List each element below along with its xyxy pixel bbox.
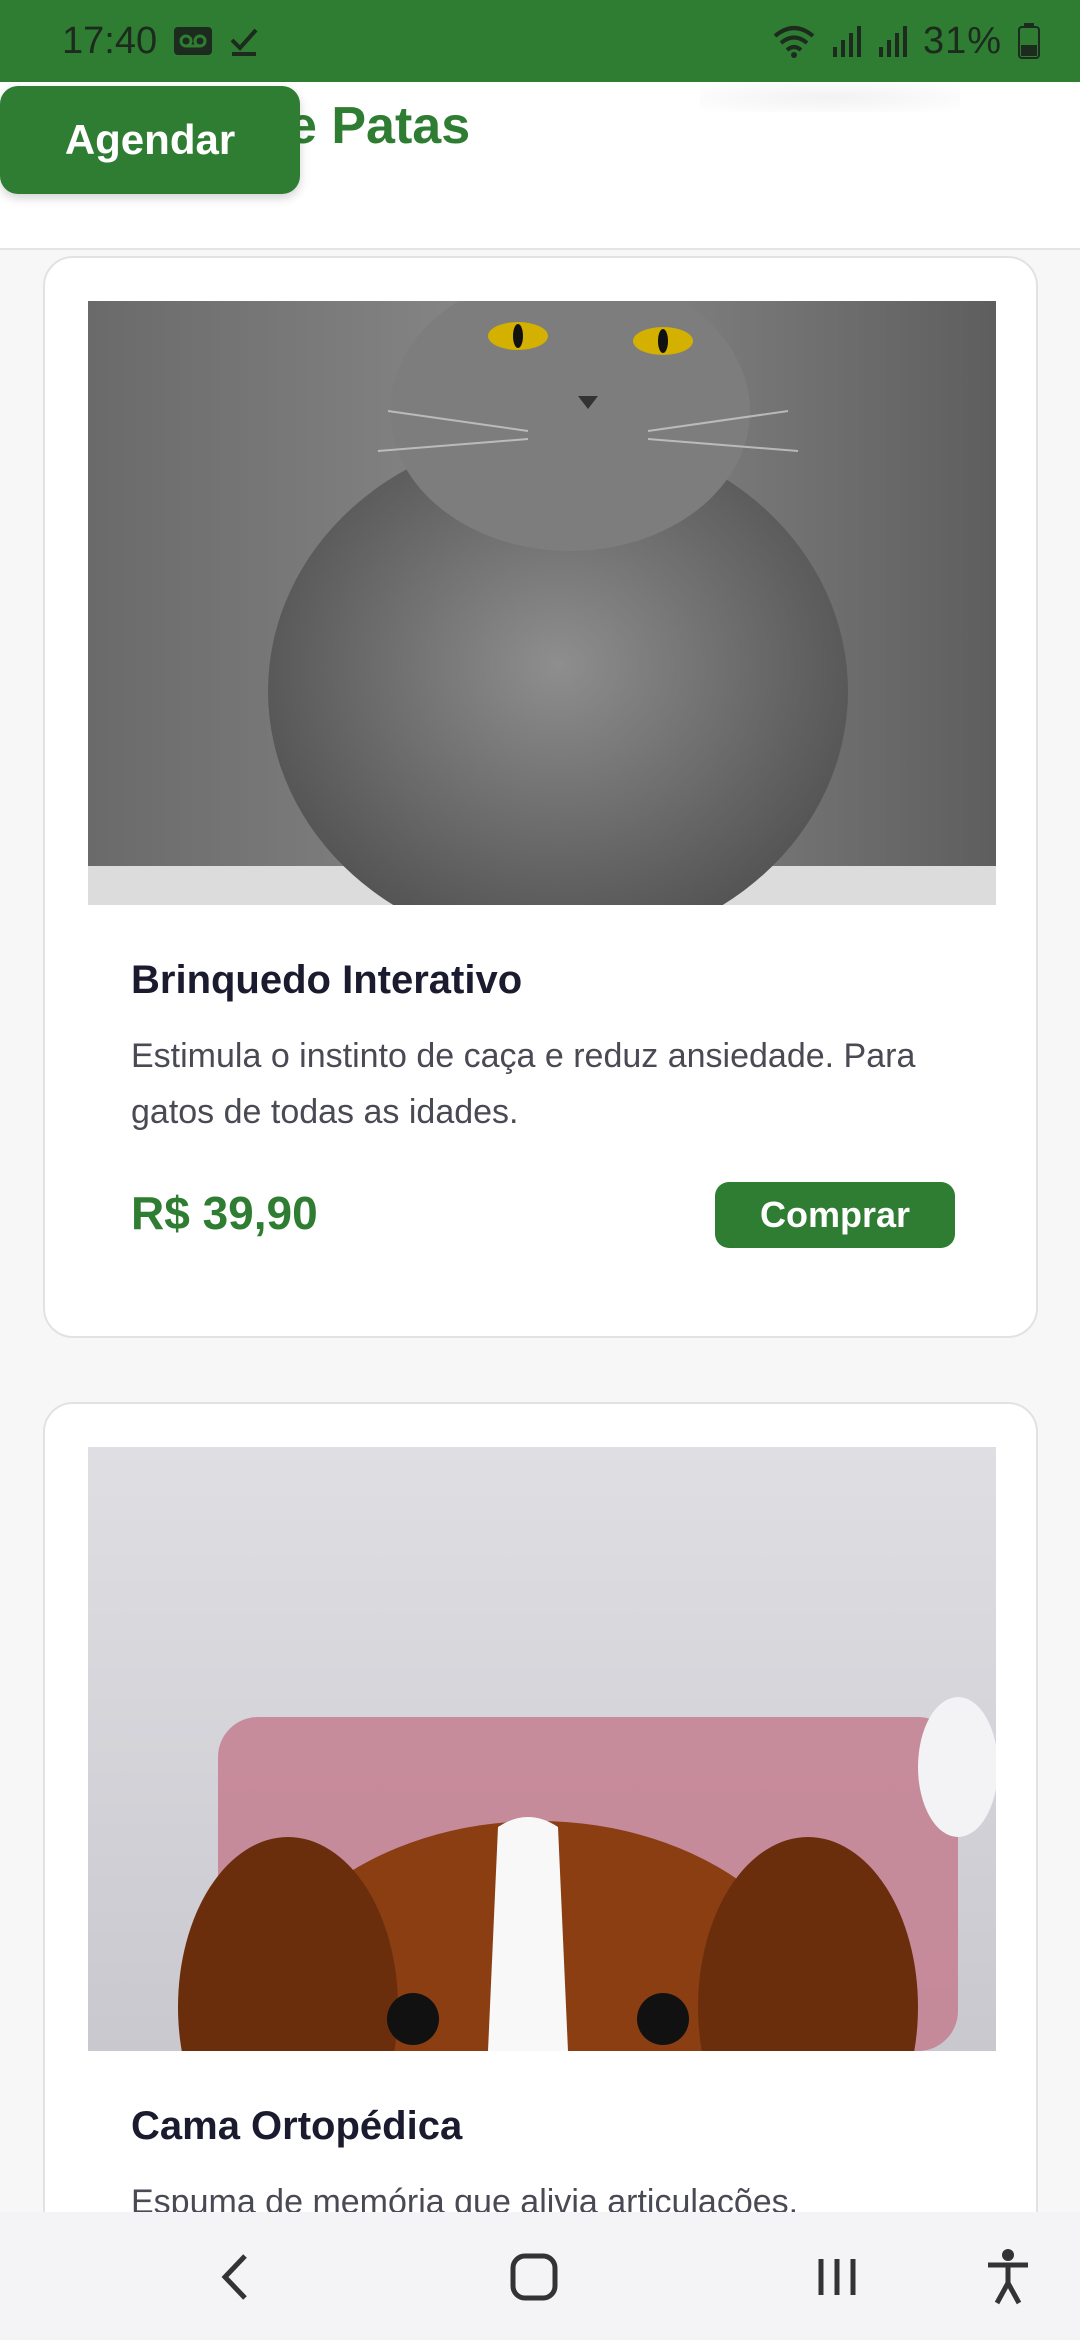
accessibility-icon[interactable] bbox=[968, 2242, 1048, 2312]
schedule-button[interactable]: Agendar bbox=[0, 86, 300, 194]
wifi-icon bbox=[773, 24, 815, 58]
screen: 17:40 31% Patas Agendar Brinquedo Intera… bbox=[0, 0, 1080, 2340]
product-name: Cama Ortopédica bbox=[131, 2104, 463, 2148]
status-left: 17:40 bbox=[62, 20, 259, 63]
product-image-cat bbox=[88, 301, 996, 905]
product-description: Estimula o instinto de caça e reduz ansi… bbox=[131, 1037, 916, 1131]
product-name: Brinquedo Interativo bbox=[131, 958, 523, 1002]
product-price: R$ 39,90 bbox=[131, 1187, 318, 1239]
navigation-bar bbox=[0, 2212, 1080, 2340]
signal-icon bbox=[877, 25, 907, 57]
check-icon bbox=[229, 26, 259, 56]
signal-icon bbox=[831, 25, 861, 57]
status-bar: 17:40 31% bbox=[0, 0, 1080, 82]
home-icon[interactable] bbox=[494, 2242, 574, 2312]
status-time: 17:40 bbox=[62, 19, 158, 62]
back-icon[interactable] bbox=[194, 2242, 274, 2312]
battery-percent: 31% bbox=[922, 19, 1002, 62]
battery-icon bbox=[1018, 23, 1040, 59]
product-card: Cama Ortopédica Espuma de memória que al… bbox=[43, 1402, 1038, 2340]
product-image-puppy bbox=[88, 1447, 996, 2051]
product-card: Brinquedo Interativo Estimula o instinto… bbox=[43, 256, 1038, 1338]
voicemail-icon bbox=[173, 26, 213, 56]
buy-button[interactable]: Comprar bbox=[715, 1182, 955, 1248]
recents-icon[interactable] bbox=[797, 2242, 877, 2312]
header-decoration bbox=[700, 82, 960, 112]
status-right: 31% bbox=[773, 20, 1040, 63]
